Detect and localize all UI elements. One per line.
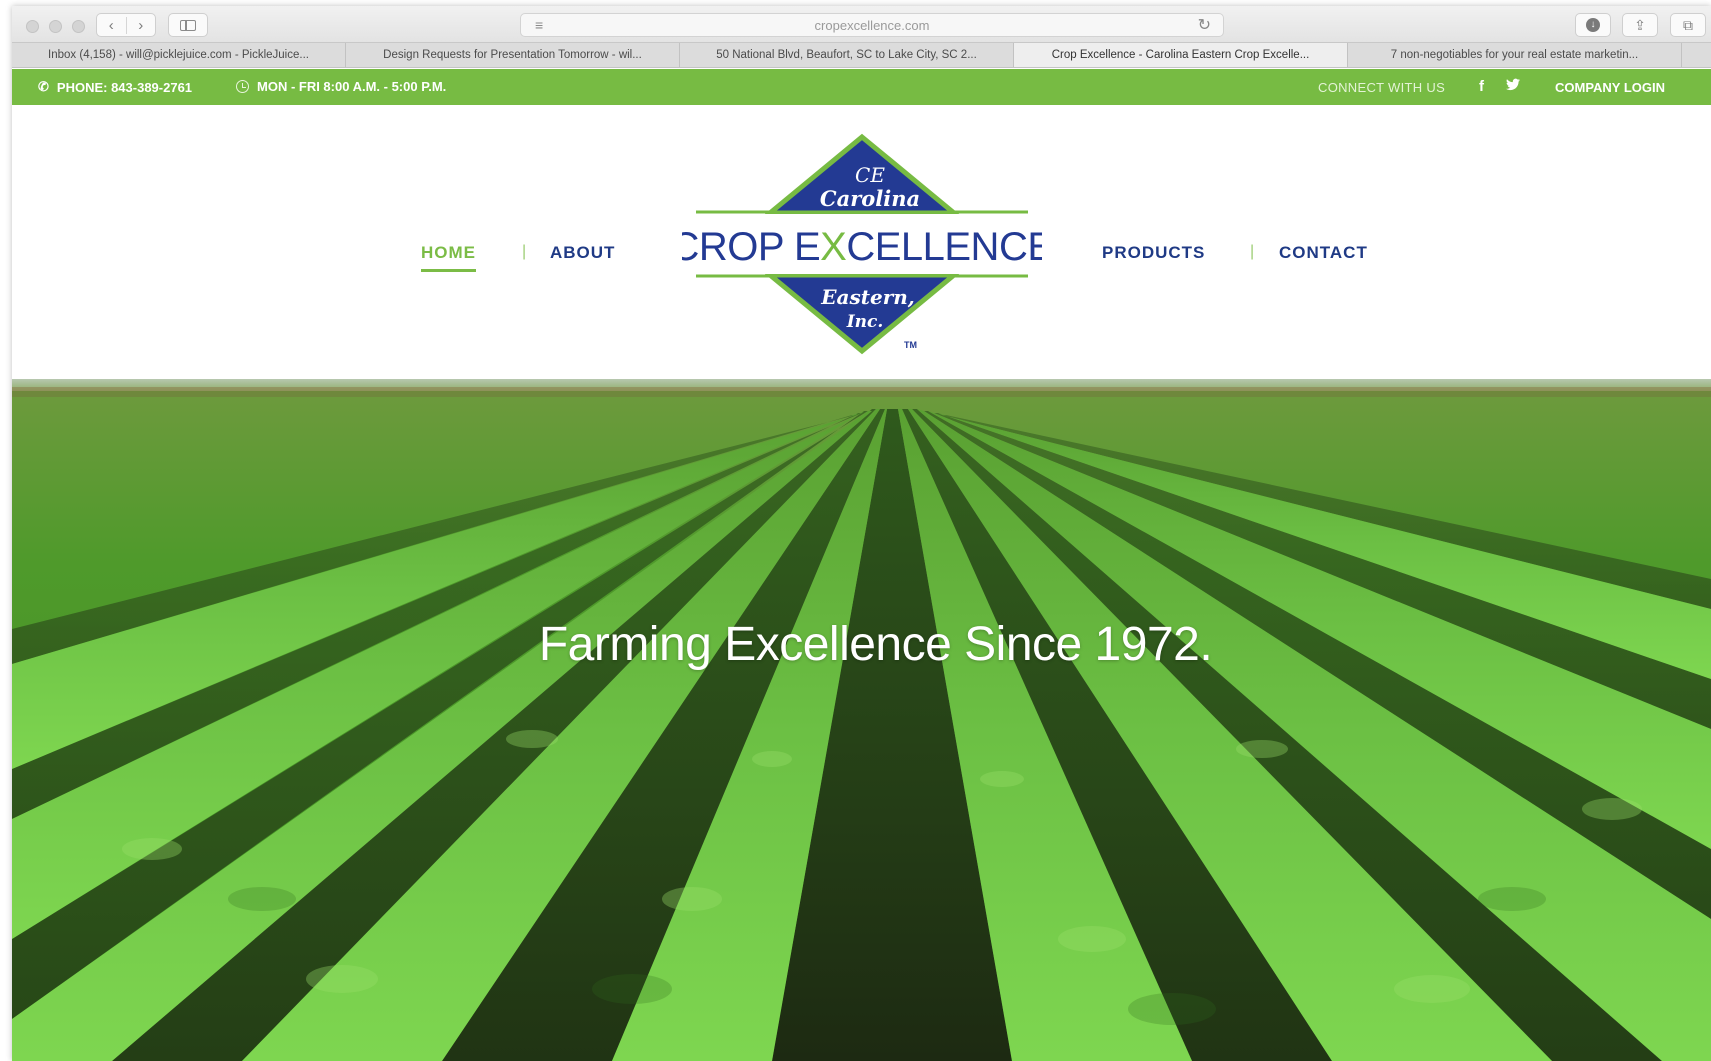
- address-bar[interactable]: ≡ cropexcellence.com ↻: [520, 13, 1224, 37]
- logo-x-mark: X: [820, 225, 846, 269]
- logo-bottom-text-1: Eastern,: [820, 285, 914, 309]
- logo-top-text: Carolina: [820, 186, 920, 211]
- phone-info[interactable]: ✆ PHONE: 843-389-2761: [38, 79, 192, 95]
- crop-field-image: [12, 379, 1711, 1061]
- chevron-left-icon[interactable]: ‹: [97, 16, 127, 34]
- close-window-button[interactable]: [26, 20, 39, 33]
- nav-about-link[interactable]: ABOUT: [550, 243, 615, 263]
- download-icon: ↓: [1586, 18, 1600, 32]
- tab-crop-excellence[interactable]: Crop Excellence - Carolina Eastern Crop …: [1014, 43, 1348, 67]
- tab-real-estate[interactable]: 7 non-negotiables for your real estate m…: [1348, 43, 1682, 67]
- facebook-icon[interactable]: f: [1479, 78, 1484, 95]
- tab-design-requests[interactable]: Design Requests for Presentation Tomorro…: [346, 43, 680, 67]
- download-button[interactable]: ↓: [1575, 13, 1611, 37]
- phone-icon: ✆: [38, 79, 49, 94]
- hero-tagline: Farming Excellence Since 1972.: [12, 617, 1711, 672]
- phone-text: PHONE: 843-389-2761: [56, 79, 193, 95]
- tab-inbox[interactable]: Inbox (4,158) - will@picklejuice.com - P…: [12, 43, 346, 67]
- connect-label: CONNECT WITH US: [1318, 80, 1446, 95]
- show-tabs-button[interactable]: ⧉: [1670, 13, 1706, 37]
- logo-bottom-text-2: Inc.: [846, 312, 884, 332]
- twitter-icon[interactable]: [1506, 78, 1520, 91]
- clock-icon: [236, 80, 249, 93]
- logo-name: CROP EXCELLENCE: [682, 225, 1042, 269]
- browser-toolbar: ‹ › ≡ cropexcellence.com ↻ ↓ ⇪ ⧉: [12, 6, 1711, 42]
- nav-separator: |: [522, 243, 527, 260]
- share-icon: ⇪: [1634, 16, 1646, 33]
- logo-monogram: CE: [855, 163, 885, 187]
- sidebar-icon: [180, 19, 196, 31]
- hours-text: MON - FRI 8:00 A.M. - 5:00 P.M.: [257, 79, 447, 94]
- nav-contact-link[interactable]: CONTACT: [1279, 243, 1368, 263]
- nav-products-link[interactable]: PRODUCTS: [1102, 243, 1205, 263]
- hours-info: MON - FRI 8:00 A.M. - 5:00 P.M.: [236, 79, 446, 94]
- nav-home-link[interactable]: HOME: [421, 243, 476, 272]
- tabs-icon: ⧉: [1683, 16, 1693, 33]
- logo-trademark: TM: [904, 340, 917, 350]
- logo-name-part1: CROP E: [682, 225, 820, 269]
- reload-icon[interactable]: ↻: [1198, 15, 1211, 35]
- minimize-window-button[interactable]: [49, 20, 62, 33]
- tab-strip: Inbox (4,158) - will@picklejuice.com - P…: [12, 42, 1711, 68]
- chevron-right-icon[interactable]: ›: [127, 17, 156, 34]
- crop-excellence-logo[interactable]: CE Carolina CROP EXCELLENCE Eastern, Inc…: [682, 133, 1042, 355]
- url-text: cropexcellence.com: [814, 18, 930, 33]
- contact-info-bar: ✆ PHONE: 843-389-2761 MON - FRI 8:00 A.M…: [12, 69, 1711, 105]
- hero-tagline-text: Farming Excellence Since 1972.: [538, 618, 1213, 671]
- history-nav: ‹ ›: [96, 13, 156, 37]
- share-button[interactable]: ⇪: [1622, 13, 1658, 37]
- logo-name-part2: CELLENCE: [846, 225, 1042, 269]
- site-header: HOME | ABOUT CE Carolina CROP EXCELLENCE…: [12, 105, 1711, 379]
- sidebar-toggle-button[interactable]: [168, 13, 208, 37]
- window-controls: [26, 20, 85, 33]
- hero-banner: Farming Excellence Since 1972.: [12, 379, 1711, 1061]
- company-login-link[interactable]: COMPANY LOGIN: [1555, 80, 1665, 95]
- nav-separator: |: [1250, 243, 1255, 260]
- zoom-window-button[interactable]: [72, 20, 85, 33]
- tab-directions[interactable]: 50 National Blvd, Beaufort, SC to Lake C…: [680, 43, 1014, 67]
- browser-window: ‹ › ≡ cropexcellence.com ↻ ↓ ⇪ ⧉ Inbox (…: [12, 6, 1711, 1061]
